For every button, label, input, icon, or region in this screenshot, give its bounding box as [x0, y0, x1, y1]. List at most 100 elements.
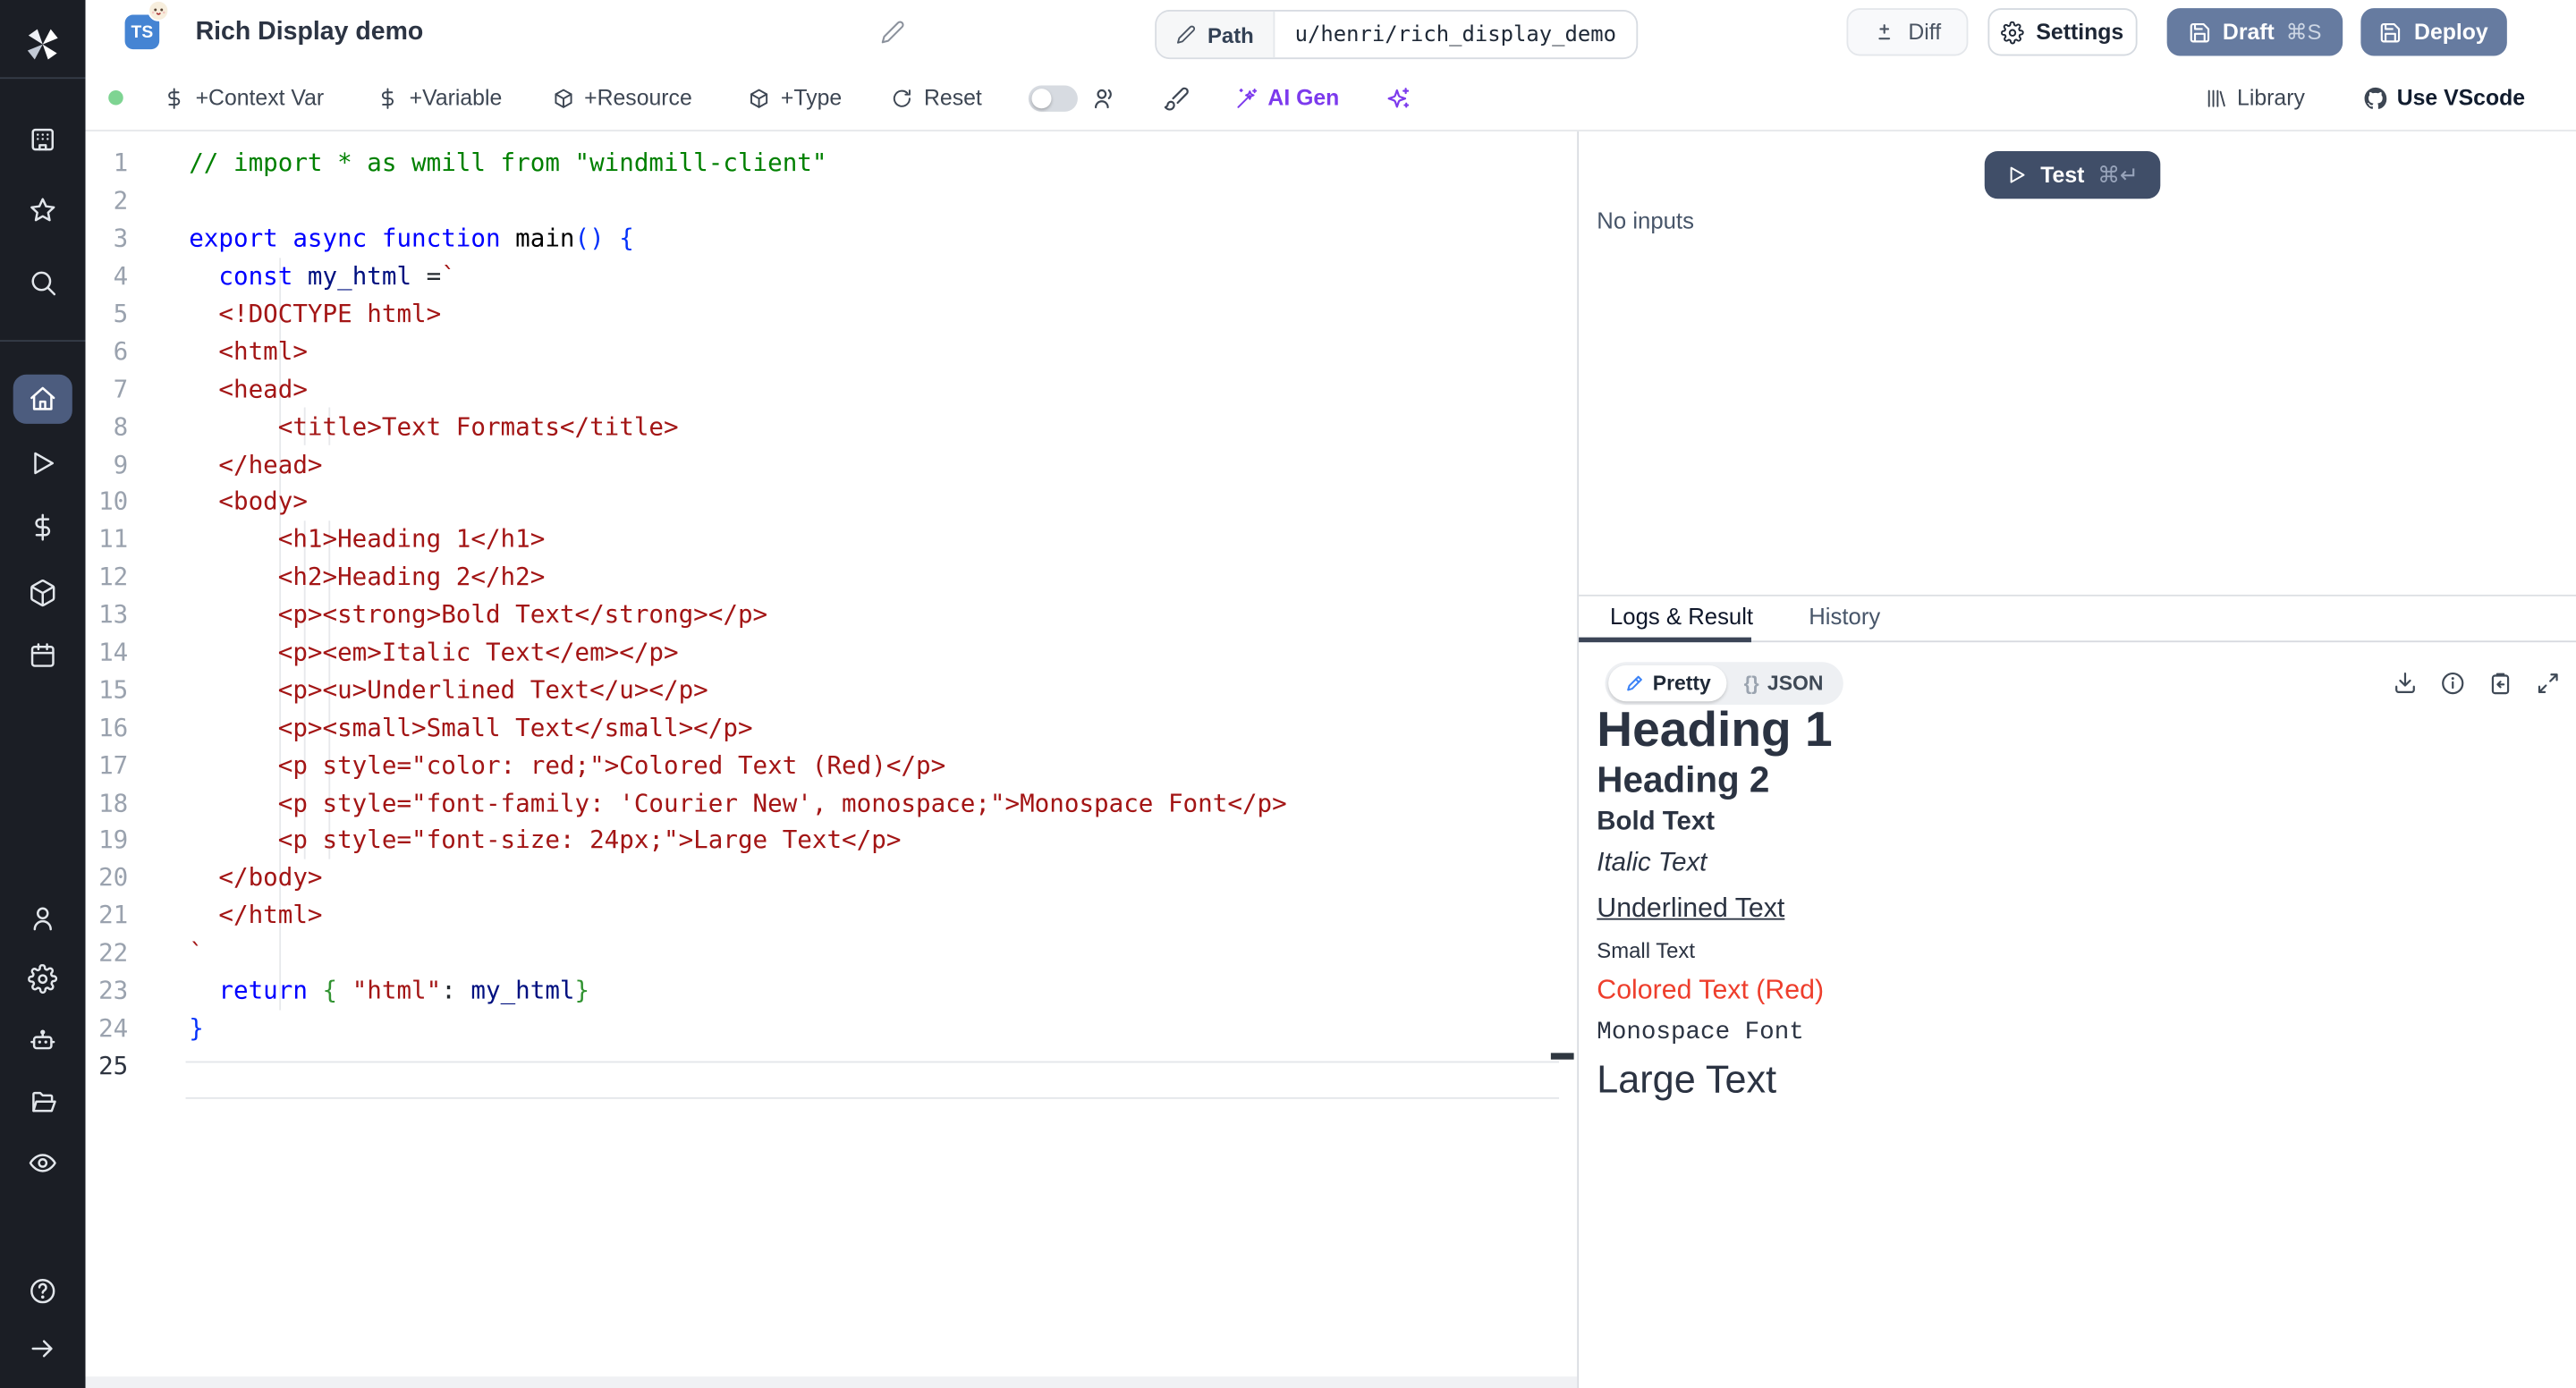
sidebar-item-runs[interactable]	[0, 437, 86, 490]
json-label: JSON	[1767, 671, 1824, 694]
toolbar-ai-gen[interactable]: AI Gen	[1235, 86, 1340, 111]
toolbar-format-code[interactable]	[1163, 85, 1189, 111]
script-path-field[interactable]: Path u/henri/rich_display_demo	[1155, 10, 1638, 59]
sidebar	[0, 0, 86, 1388]
toolbar-ai-sparkles[interactable]	[1385, 85, 1411, 111]
code-line-8: 8 <title>Text Formats</title>	[86, 408, 1578, 445]
gear-icon	[2002, 21, 2025, 44]
sidebar-item-resources[interactable]	[0, 567, 86, 620]
download-icon[interactable]	[2392, 669, 2418, 695]
edit-title-pencil-icon[interactable]	[880, 20, 905, 45]
add-resource-label: +Resource	[584, 86, 692, 111]
sidebar-item-workspace[interactable]	[0, 114, 86, 166]
code-text: const my_html =`	[128, 261, 456, 291]
toolbar-add-variable[interactable]: +Variable	[377, 86, 502, 111]
sidebar-item-workers[interactable]	[0, 1015, 86, 1068]
sidebar-item-schedules[interactable]	[0, 629, 86, 681]
deploy-button[interactable]: Deploy	[2360, 8, 2506, 55]
play-icon	[28, 448, 57, 478]
line-number: 24	[86, 1013, 129, 1043]
line-number: 9	[86, 449, 129, 478]
code-text: <p style="color: red;">Colored Text (Red…	[128, 750, 945, 780]
line-number: 5	[86, 299, 129, 328]
sidebar-item-expand[interactable]	[0, 1323, 86, 1375]
sidebar-item-audit[interactable]	[0, 1137, 86, 1189]
code-text: <p style="font-family: 'Courier New', mo…	[128, 788, 1286, 817]
add-resource-icon	[551, 86, 574, 109]
sidebar-item-users[interactable]	[0, 892, 86, 944]
code-line-25: 25	[86, 1047, 1578, 1085]
sidebar-item-home[interactable]	[0, 373, 86, 426]
play-icon	[2006, 165, 2028, 186]
calendar-icon	[28, 640, 57, 670]
test-label: Test	[2040, 163, 2084, 188]
info-icon[interactable]	[2440, 669, 2466, 695]
tab-history[interactable]: History	[1809, 595, 1880, 638]
toolbar-multiplayer[interactable]	[1090, 85, 1116, 111]
draft-shortcut: ⌘S	[2286, 19, 2322, 45]
code-text: <p><u>Underlined Text</u></p>	[128, 675, 708, 705]
dollar-icon	[28, 512, 57, 542]
code-text: <p><small>Small Text</small></p>	[128, 713, 752, 742]
sidebar-item-favorites[interactable]	[0, 184, 86, 237]
clipboard-copy-icon[interactable]	[2487, 669, 2513, 695]
rendered-result: Heading 1Heading 2Bold TextItalic TextUn…	[1597, 705, 2549, 1105]
ai-gen-icon	[1235, 86, 1258, 109]
building-icon	[28, 125, 57, 155]
test-shortcut: ⌘↵	[2097, 162, 2139, 188]
code-editor[interactable]: 1// import * as wmill from "windmill-cli…	[86, 131, 1578, 1388]
line-number: 16	[86, 713, 129, 742]
sidebar-item-folders[interactable]	[0, 1076, 86, 1129]
sidebar-item-variables[interactable]	[0, 501, 86, 554]
code-text: <h1>Heading 1</h1>	[128, 525, 545, 554]
code-line-3: 3export async function main() {	[86, 220, 1578, 258]
sidebar-item-windmill-logo[interactable]	[0, 18, 86, 71]
view-json-option[interactable]: {} JSON	[1727, 664, 1840, 700]
code-line-23: 23 return { "html": my_html}	[86, 972, 1578, 1010]
line-number: 7	[86, 374, 129, 403]
code-line-1: 1// import * as wmill from "windmill-cli…	[86, 145, 1578, 182]
draft-button[interactable]: Draft ⌘S	[2167, 8, 2343, 55]
settings-button[interactable]: Settings	[1987, 8, 2137, 55]
toolbar-add-type[interactable]: +Type	[748, 86, 842, 111]
sidebar-item-help[interactable]	[0, 1265, 86, 1317]
line-number: 17	[86, 750, 129, 780]
code-line-5: 5 <!DOCTYPE html>	[86, 295, 1578, 333]
line-number: 19	[86, 825, 129, 855]
tab-logs-result[interactable]: Logs & Result	[1610, 595, 1753, 638]
view-toggle: Pretty {} JSON	[1605, 661, 1843, 704]
toolbar-use-vscode[interactable]: Use VScode	[2364, 86, 2525, 111]
line-number: 1	[86, 148, 129, 178]
add-type-icon	[748, 86, 771, 109]
line-number: 14	[86, 638, 129, 667]
diff-button[interactable]: Diff	[1846, 8, 1968, 55]
toolbar-multiplayer-toggle[interactable]	[1028, 85, 1077, 111]
code-line-16: 16 <p><small>Small Text</small></p>	[86, 708, 1578, 746]
path-value[interactable]: u/henri/rich_display_demo	[1275, 12, 1636, 57]
toolbar-reset[interactable]: Reset	[891, 86, 982, 111]
use-vscode-label: Use VScode	[2397, 86, 2525, 111]
toolbar-add-resource[interactable]: +Resource	[551, 86, 691, 111]
expand-view-icon[interactable]	[2535, 669, 2561, 695]
toolbar-add-context-var[interactable]: +Context Var	[163, 86, 324, 111]
save-icon	[2379, 21, 2402, 44]
line-number: 2	[86, 186, 129, 216]
help-icon	[28, 1276, 57, 1306]
result-h1-text: Heading 1	[1597, 705, 2549, 757]
line-number: 22	[86, 938, 129, 968]
use-vscode-icon	[2364, 86, 2387, 109]
eye-icon	[28, 1148, 57, 1178]
run-panel: Test ⌘↵ No inputs Logs & Result History …	[1577, 131, 2576, 1388]
result-bold-text: Bold Text	[1597, 801, 2549, 842]
sidebar-item-settings[interactable]	[0, 952, 86, 1005]
toolbar-library[interactable]: Library	[2204, 86, 2305, 111]
draft-label: Draft	[2223, 20, 2275, 45]
line-number: 12	[86, 563, 129, 592]
code-text: </body>	[128, 863, 322, 893]
pretty-label: Pretty	[1653, 671, 1711, 694]
test-button[interactable]: Test ⌘↵	[1985, 151, 2160, 199]
toggle-knob	[1031, 88, 1051, 107]
view-pretty-option[interactable]: Pretty	[1608, 664, 1727, 700]
diff-icon	[1874, 21, 1897, 44]
sidebar-item-search[interactable]	[0, 257, 86, 309]
